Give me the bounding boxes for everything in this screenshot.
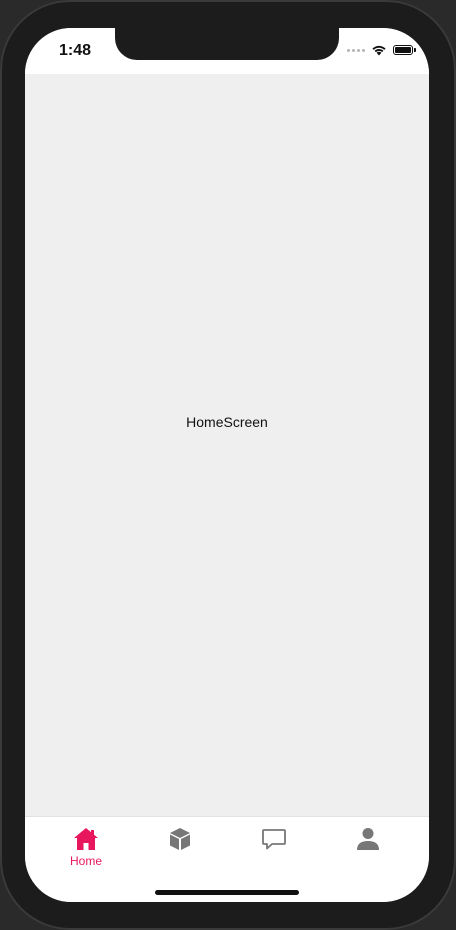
home-screen-content: HomeScreen [25,74,429,816]
tab-home-label: Home [69,854,102,868]
status-indicators [347,44,416,56]
wifi-icon [372,45,386,56]
box-icon [170,828,190,850]
battery-icon [393,45,416,55]
screen-title: HomeScreen [186,414,268,430]
chat-icon [262,829,286,850]
cellular-signal-icon [347,48,365,52]
home-icon [74,828,98,850]
tab-profile[interactable] [328,825,408,853]
tab-home[interactable]: Home [46,825,126,868]
status-time: 1:48 [59,42,92,59]
tab-box[interactable] [140,825,220,853]
status-bar: 1:48 [25,28,429,74]
device-notch [115,28,339,60]
app-screen: 1:48 HomeScreen Home [25,28,429,902]
home-indicator[interactable] [155,890,299,895]
user-icon [357,828,379,850]
tab-chat[interactable] [234,825,314,853]
phone-frame: 1:48 HomeScreen Home [0,0,456,930]
